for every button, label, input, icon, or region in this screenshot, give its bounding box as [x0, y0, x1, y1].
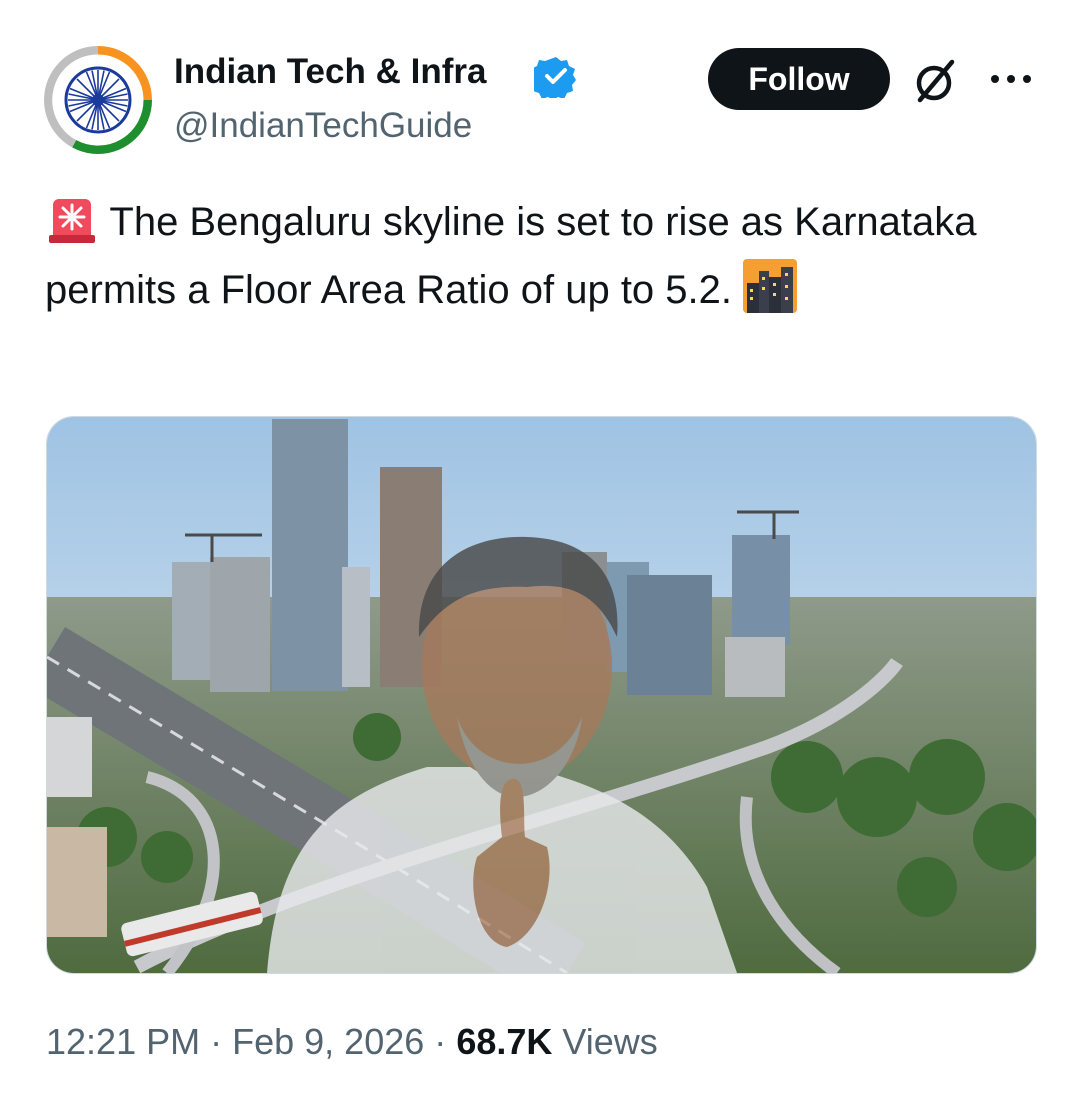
separator: ·: [434, 1021, 447, 1062]
tweet-time[interactable]: 12:21 PM: [46, 1021, 200, 1062]
grok-icon[interactable]: [910, 56, 960, 106]
tweet-media-image[interactable]: [46, 416, 1037, 974]
views-count: 68.7K: [456, 1021, 553, 1062]
avatar[interactable]: [44, 46, 152, 154]
city-dusk-icon: [743, 259, 798, 313]
display-name[interactable]: Indian Tech & Infra: [174, 50, 486, 94]
follow-button[interactable]: Follow: [708, 48, 890, 110]
user-handle[interactable]: @IndianTechGuide: [174, 104, 472, 148]
more-icon[interactable]: [988, 64, 1034, 94]
skyline-photo-with-politician-icon: [47, 417, 1036, 973]
rotating-light-icon: [49, 199, 95, 243]
ashoka-chakra-logo-icon: [44, 46, 152, 154]
tweet-text: The Bengaluru skyline is set to rise as …: [45, 188, 1035, 324]
separator: ·: [210, 1021, 223, 1062]
tweet-body: The Bengaluru skyline is set to rise as …: [45, 200, 977, 312]
tweet-date[interactable]: Feb 9, 2026: [232, 1021, 424, 1062]
verified-badge-icon[interactable]: [530, 54, 578, 100]
views-label: Views: [562, 1021, 658, 1062]
tweet-meta: 12:21 PM · Feb 9, 2026 · 68.7K Views: [46, 1020, 658, 1064]
